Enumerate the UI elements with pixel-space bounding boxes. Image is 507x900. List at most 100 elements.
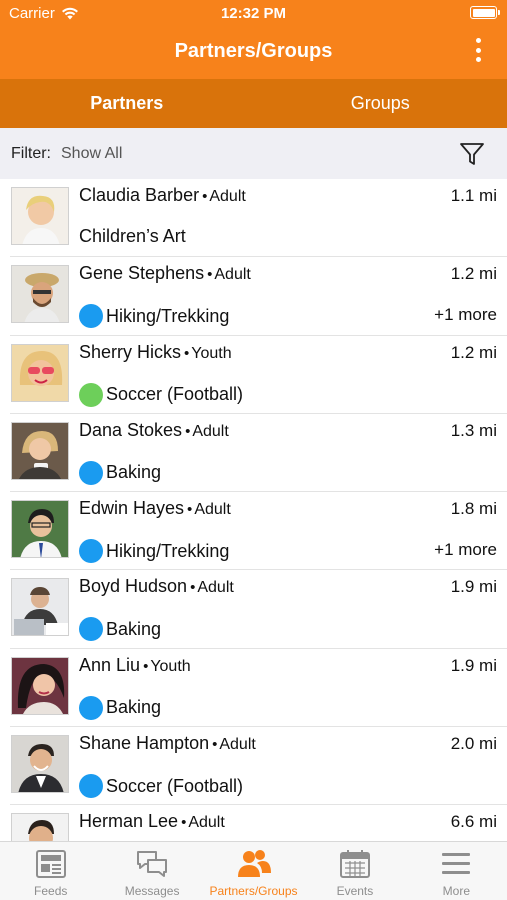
age-group: Adult bbox=[197, 579, 234, 597]
list-item[interactable]: Shane Hampton • Adult 2.0 mi Soccer (Footb… bbox=[10, 727, 507, 806]
segment-tabs: Partners Groups bbox=[0, 79, 507, 128]
tabbar-item-messages[interactable]: Messages bbox=[101, 842, 202, 900]
activity: Soccer (Football) bbox=[79, 774, 244, 799]
distance: 2.0 mi bbox=[450, 734, 497, 754]
tabbar-item-more[interactable]: More bbox=[406, 842, 507, 900]
person-name: Shane Hampton bbox=[79, 733, 210, 754]
tabbar-item-partners-groups[interactable]: Partners/Groups bbox=[203, 842, 304, 900]
person-name: Herman Lee bbox=[79, 811, 179, 832]
person-name-line: Herman Lee • Adult bbox=[79, 811, 225, 832]
list-item[interactable]: Claudia Barber • Adult 1.1 mi Children’s A… bbox=[10, 179, 507, 258]
avatar bbox=[11, 735, 69, 794]
partners-list: Claudia Barber • Adult 1.1 mi Children’s A… bbox=[0, 179, 507, 841]
age-group: Adult bbox=[214, 266, 251, 284]
list-item[interactable]: Gene Stephens • Adult 1.2 mi Hiking/Trekki… bbox=[10, 257, 507, 336]
person-name-line: Claudia Barber • Adult bbox=[79, 185, 246, 205]
distance: 1.2 mi bbox=[450, 264, 497, 284]
activity-label: Hiking/Trekking bbox=[106, 305, 230, 326]
person-name-line: Edwin Hayes • Adult bbox=[79, 498, 231, 519]
calendar-icon bbox=[339, 850, 370, 878]
age-group: Youth bbox=[191, 344, 232, 362]
activity-color-dot bbox=[79, 382, 103, 407]
status-bar: Carrier 12:32 PM bbox=[0, 0, 507, 28]
distance: 1.8 mi bbox=[450, 499, 497, 519]
person-name-line: Gene Stephens • Adult bbox=[79, 263, 251, 284]
age-group: Adult bbox=[192, 422, 229, 440]
activity: Hiking/Trekking bbox=[79, 539, 230, 564]
battery-icon bbox=[470, 6, 500, 19]
list-item[interactable]: Herman Lee • Adult 6.6 mi bbox=[10, 805, 507, 841]
filter-value[interactable]: Show All bbox=[61, 145, 122, 163]
person-name: Claudia Barber bbox=[79, 185, 200, 205]
list-item[interactable]: Ann Liu • Youth 1.9 mi Baking bbox=[10, 649, 507, 728]
distance: 1.9 mi bbox=[450, 655, 497, 675]
more-options-icon[interactable] bbox=[469, 36, 487, 64]
activity-label: Baking bbox=[106, 462, 162, 483]
activity-label: Baking bbox=[106, 697, 162, 718]
distance: 1.1 mi bbox=[450, 186, 497, 205]
list-item[interactable]: Boyd Hudson • Adult 1.9 mi Baking bbox=[10, 570, 507, 649]
person-name: Edwin Hayes bbox=[79, 498, 185, 519]
tabbar-label: Partners/Groups bbox=[209, 884, 298, 898]
avatar bbox=[11, 500, 69, 559]
avatar bbox=[11, 343, 69, 402]
age-group: Youth bbox=[150, 657, 191, 675]
person-name: Dana Stokes bbox=[79, 419, 183, 440]
list-item[interactable]: Edwin Hayes • Adult 1.8 mi Hiking/Trekking… bbox=[10, 492, 507, 571]
age-group: Adult bbox=[219, 736, 256, 754]
avatar bbox=[11, 578, 69, 637]
tabbar-label: More bbox=[442, 884, 470, 898]
distance: 1.9 mi bbox=[450, 577, 497, 597]
newspaper-icon bbox=[35, 850, 66, 878]
person-name: Boyd Hudson bbox=[79, 576, 188, 597]
person-name: Ann Liu bbox=[79, 654, 141, 675]
people-icon bbox=[237, 850, 271, 877]
activity-label: Soccer (Football) bbox=[106, 775, 244, 796]
avatar bbox=[11, 265, 69, 324]
person-name-line: Shane Hampton • Adult bbox=[79, 733, 256, 754]
person-name-line: Ann Liu • Youth bbox=[79, 654, 191, 675]
menu-lines-icon bbox=[442, 853, 471, 874]
person-name: Sherry Hicks bbox=[79, 341, 182, 362]
tabbar-item-feeds[interactable]: Feeds bbox=[0, 842, 101, 900]
list-item[interactable]: Dana Stokes • Adult 1.3 mi Baking bbox=[10, 414, 507, 493]
activity: Baking bbox=[79, 695, 162, 720]
activity: Baking bbox=[79, 460, 162, 485]
filter-funnel-icon[interactable] bbox=[459, 141, 485, 167]
activity: Baking bbox=[79, 617, 162, 642]
activity: Hiking/Trekking bbox=[79, 304, 230, 329]
person-name-line: Dana Stokes • Adult bbox=[79, 419, 229, 440]
age-group: Adult bbox=[209, 188, 246, 205]
page-title: Partners/Groups bbox=[174, 40, 333, 62]
activity-color-dot bbox=[79, 304, 103, 329]
distance: 6.6 mi bbox=[450, 812, 497, 832]
activity: Soccer (Football) bbox=[79, 382, 244, 407]
activity-color-dot bbox=[79, 774, 103, 799]
list-item[interactable]: Sherry Hicks • Youth 1.2 mi Soccer (Footba… bbox=[10, 336, 507, 414]
activity-label: Children’s Art bbox=[79, 226, 186, 246]
activity-color-dot bbox=[79, 617, 103, 642]
avatar bbox=[11, 187, 69, 245]
person-name: Gene Stephens bbox=[79, 263, 205, 284]
activity-color-dot bbox=[79, 539, 103, 564]
tab-groups[interactable]: Groups bbox=[254, 79, 507, 128]
distance: 1.2 mi bbox=[450, 342, 497, 362]
age-group: Adult bbox=[194, 501, 231, 519]
person-name-line: Boyd Hudson • Adult bbox=[79, 576, 234, 597]
tabbar-label: Events bbox=[336, 884, 374, 898]
person-name-line: Sherry Hicks • Youth bbox=[79, 341, 232, 362]
avatar bbox=[11, 656, 69, 715]
activity-color-dot bbox=[79, 460, 103, 485]
tabbar-label: Messages bbox=[124, 884, 180, 898]
app-header: Carrier 12:32 PM Partners/Groups bbox=[0, 0, 507, 79]
activity-label: Hiking/Trekking bbox=[106, 540, 230, 561]
tab-partners[interactable]: Partners bbox=[0, 79, 254, 128]
bottom-tab-bar: Feeds Messages Partners/Groups Events Mo… bbox=[0, 841, 507, 900]
tabbar-label: Feeds bbox=[34, 884, 68, 898]
activity-label: Baking bbox=[106, 618, 162, 639]
avatar bbox=[11, 813, 69, 841]
tabbar-item-events[interactable]: Events bbox=[304, 842, 405, 900]
chat-bubbles-icon bbox=[137, 851, 168, 877]
distance: 1.3 mi bbox=[450, 420, 497, 440]
activity-label: Soccer (Football) bbox=[106, 384, 244, 405]
